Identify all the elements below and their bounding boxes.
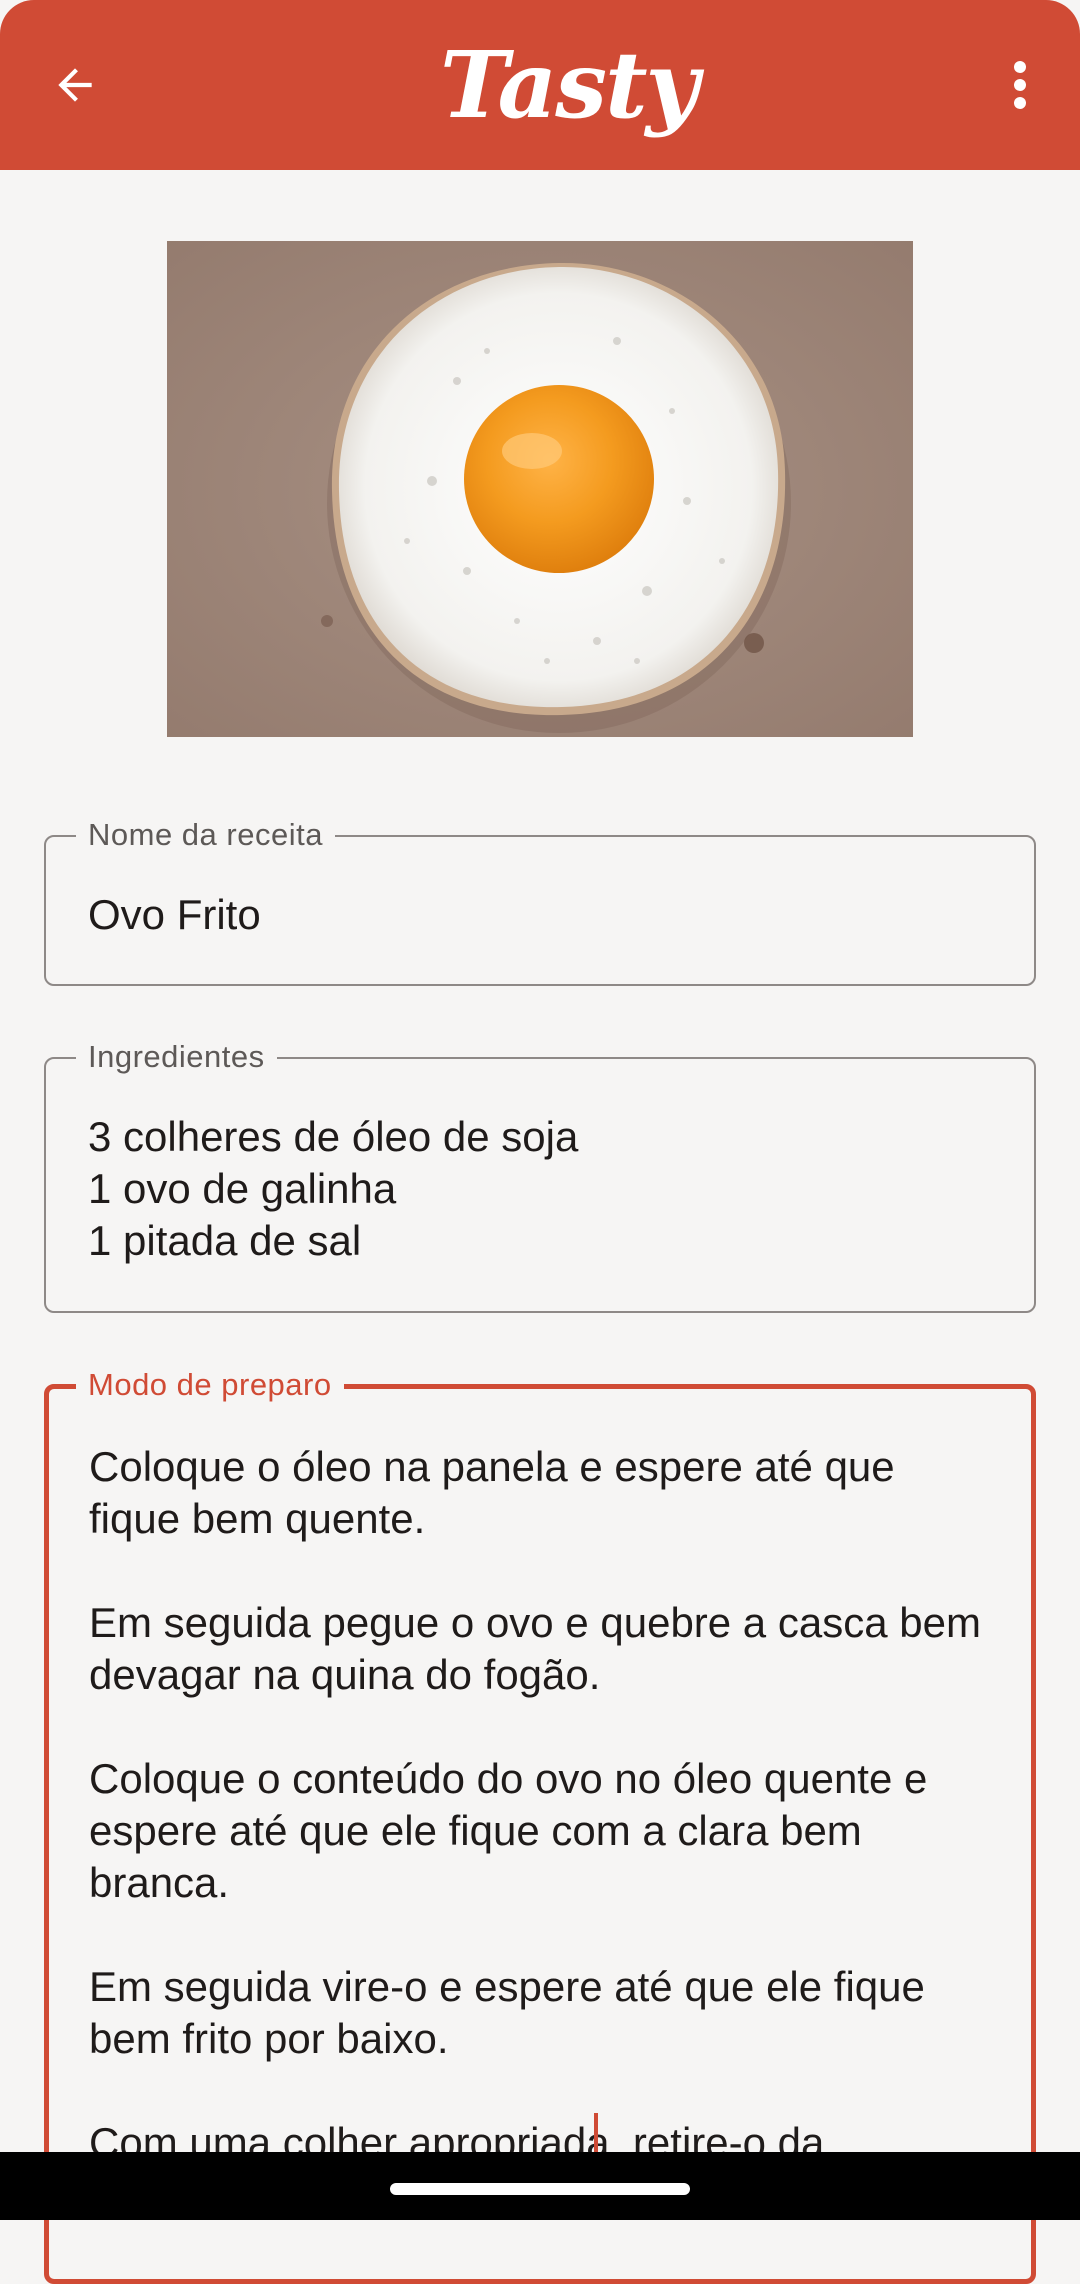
arrow-back-icon bbox=[58, 68, 92, 102]
fried-egg-image bbox=[167, 241, 913, 737]
preparation-input[interactable]: Coloque o óleo na panela e espere até qu… bbox=[89, 1441, 991, 2169]
ingredients-field[interactable]: Ingredientes 3 colheres de óleo de soja … bbox=[44, 1039, 1036, 1313]
home-gesture-handle[interactable] bbox=[390, 2183, 690, 2195]
preparation-label: Modo de preparo bbox=[76, 1367, 344, 1403]
recipe-name-input[interactable]: Ovo Frito bbox=[88, 889, 992, 941]
more-options-button[interactable] bbox=[980, 40, 1060, 130]
more-vert-icon bbox=[1014, 61, 1026, 109]
tasty-logo: Tasty bbox=[440, 18, 699, 153]
ingredients-input[interactable]: 3 colheres de óleo de soja 1 ovo de gali… bbox=[88, 1111, 992, 1267]
preparation-field[interactable]: Modo de preparo Coloque o óleo na panela… bbox=[44, 1367, 1036, 2284]
ingredients-label: Ingredientes bbox=[76, 1039, 277, 1075]
top-app-bar: Tasty bbox=[0, 0, 1080, 170]
recipe-name-label: Nome da receita bbox=[76, 817, 335, 853]
recipe-photo[interactable] bbox=[167, 241, 913, 737]
recipe-name-field[interactable]: Nome da receita Ovo Frito bbox=[44, 817, 1036, 986]
app-title: Tasty bbox=[440, 31, 699, 139]
back-button[interactable] bbox=[30, 40, 120, 130]
